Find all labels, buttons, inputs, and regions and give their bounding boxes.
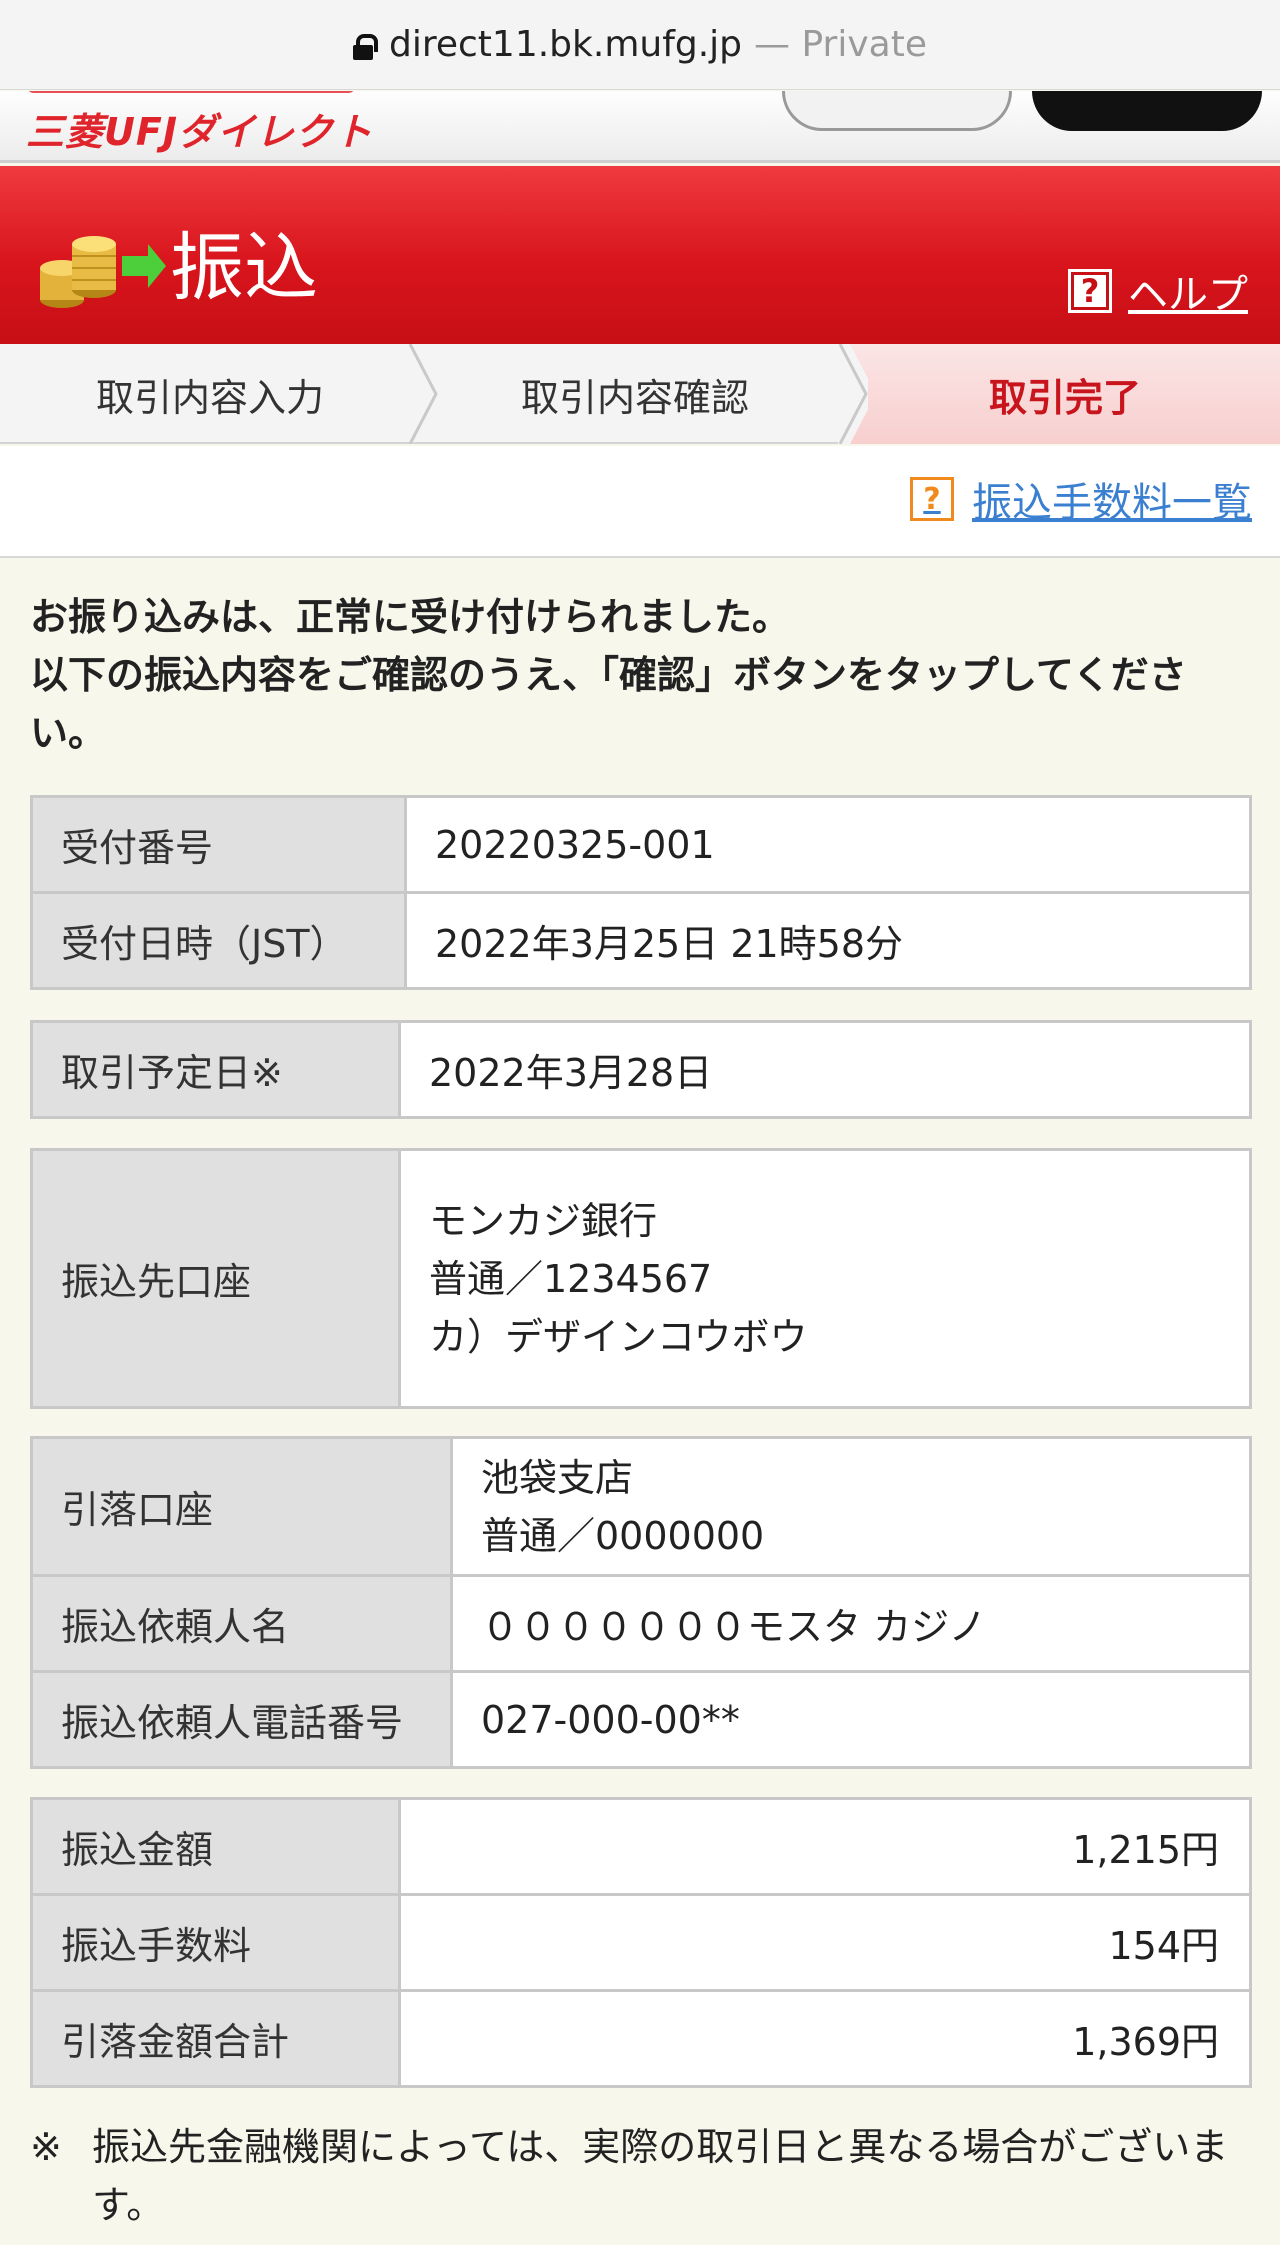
fee-list-label: 振込手数料一覧 — [972, 480, 1252, 526]
footnote: ※ 振込先金融機関によっては、実際の取引日と異なる場合がございます。 — [30, 2118, 1250, 2234]
receipt-number-label: 受付番号 — [30, 795, 407, 894]
private-label: — Private — [754, 24, 927, 65]
requester-name-label: 振込依頼人名 — [30, 1574, 453, 1673]
progress-steps: 取引内容入力 取引内容確認 取引完了 — [0, 344, 1280, 444]
header-button-secondary[interactable] — [782, 91, 1012, 131]
requester-name-value: ０００００００モスタ カジノ — [450, 1574, 1252, 1673]
table-row: 引落金額合計 1,369円 — [30, 1989, 1252, 2088]
browser-url-bar[interactable]: direct11.bk.mufg.jp — Private — [0, 0, 1280, 90]
fee-link-strip: ? 振込手数料一覧 — [0, 446, 1280, 558]
payee-table: 振込先口座 モンカジ銀行 普通／1234567 カ）デザインコウボウ — [30, 1148, 1252, 1409]
logo-mark-partial — [26, 91, 356, 93]
step-confirm: 取引内容確認 — [520, 375, 749, 420]
url-text[interactable]: direct11.bk.mufg.jp — [389, 24, 742, 65]
receipt-datetime-value: 2022年3月25日 21時58分 — [404, 891, 1252, 990]
payee-account-number: 普通／1234567 — [429, 1256, 713, 1301]
requester-phone-value: 027-000-00** — [450, 1670, 1252, 1769]
lock-icon — [353, 33, 378, 60]
debit-branch: 池袋支店 — [481, 1455, 634, 1500]
transfer-coins-icon — [40, 236, 166, 308]
step-separator-icon — [838, 344, 868, 444]
completion-message: お振り込みは、正常に受け付けられました。 以下の振込内容をご確認のうえ、「確認」… — [30, 588, 1250, 762]
message-line-2: 以下の振込内容をご確認のうえ、「確認」ボタンをタップしてください。 — [30, 653, 1187, 755]
debit-account-label: 引落口座 — [30, 1436, 453, 1577]
table-row: 受付日時（JST） 2022年3月25日 21時58分 — [30, 891, 1252, 990]
receipt-datetime-label: 受付日時（JST） — [30, 891, 407, 990]
payee-account-value: モンカジ銀行 普通／1234567 カ）デザインコウボウ — [398, 1148, 1252, 1409]
table-row: 引落口座 池袋支店 普通／0000000 — [30, 1436, 1252, 1577]
help-link[interactable]: ? ヘルプ — [1068, 262, 1248, 320]
table-row: 取引予定日※ 2022年3月28日 — [30, 1020, 1252, 1119]
debit-total-value: 1,369円 — [398, 1989, 1252, 2088]
page-title: 振込 — [170, 225, 318, 311]
logo[interactable]: 三菱UFJダイレクト — [26, 101, 373, 156]
table-row: 振込金額 1,215円 — [30, 1797, 1252, 1896]
payee-name: カ）デザインコウボウ — [429, 1314, 808, 1359]
help-question-icon: ? — [910, 477, 954, 521]
table-row: 振込手数料 154円 — [30, 1893, 1252, 1992]
payee-bank: モンカジ銀行 — [429, 1198, 658, 1243]
receipt-table: 受付番号 20220325-001 受付日時（JST） 2022年3月25日 2… — [30, 795, 1252, 990]
step-input: 取引内容入力 — [95, 375, 324, 420]
page-title-band: 振込 ? ヘルプ — [0, 166, 1280, 344]
table-row: 振込依頼人名 ０００００００モスタ カジノ — [30, 1574, 1252, 1673]
amount-table: 振込金額 1,215円 振込手数料 154円 引落金額合計 1,369円 — [30, 1797, 1252, 2088]
footnote-text: 振込先金融機関によっては、実際の取引日と異なる場合がございます。 — [92, 2125, 1229, 2227]
debit-account-value: 池袋支店 普通／0000000 — [450, 1436, 1252, 1577]
fee-list-link[interactable]: ? 振込手数料一覧 — [910, 470, 1252, 528]
transfer-amount-value: 1,215円 — [398, 1797, 1252, 1896]
transfer-amount-label: 振込金額 — [30, 1797, 401, 1896]
footnote-mark: ※ — [30, 2125, 62, 2169]
message-line-1: お振り込みは、正常に受け付けられました。 — [30, 595, 791, 639]
table-row: 振込先口座 モンカジ銀行 普通／1234567 カ）デザインコウボウ — [30, 1148, 1252, 1409]
scheduled-date-label: 取引予定日※ — [30, 1020, 401, 1119]
requester-phone-label: 振込依頼人電話番号 — [30, 1670, 453, 1769]
table-row: 受付番号 20220325-001 — [30, 795, 1252, 894]
transfer-fee-label: 振込手数料 — [30, 1893, 401, 1992]
debit-account-number: 普通／0000000 — [481, 1513, 765, 1558]
debit-total-label: 引落金額合計 — [30, 1989, 401, 2088]
transfer-fee-value: 154円 — [398, 1893, 1252, 1992]
receipt-number-value: 20220325-001 — [404, 795, 1252, 894]
table-row: 振込依頼人電話番号 027-000-00** — [30, 1670, 1252, 1769]
step-separator-icon — [408, 344, 438, 444]
header-button-logout[interactable] — [1032, 91, 1262, 131]
schedule-table: 取引予定日※ 2022年3月28日 — [30, 1020, 1252, 1119]
payee-account-label: 振込先口座 — [30, 1148, 401, 1409]
debit-table: 引落口座 池袋支店 普通／0000000 振込依頼人名 ０００００００モスタ カ… — [30, 1436, 1252, 1769]
step-complete: 取引完了 — [850, 344, 1280, 444]
site-header: 三菱UFJダイレクト — [0, 91, 1280, 163]
scheduled-date-value: 2022年3月28日 — [398, 1020, 1252, 1119]
help-label: ヘルプ — [1128, 272, 1248, 318]
help-question-icon: ? — [1068, 269, 1112, 313]
